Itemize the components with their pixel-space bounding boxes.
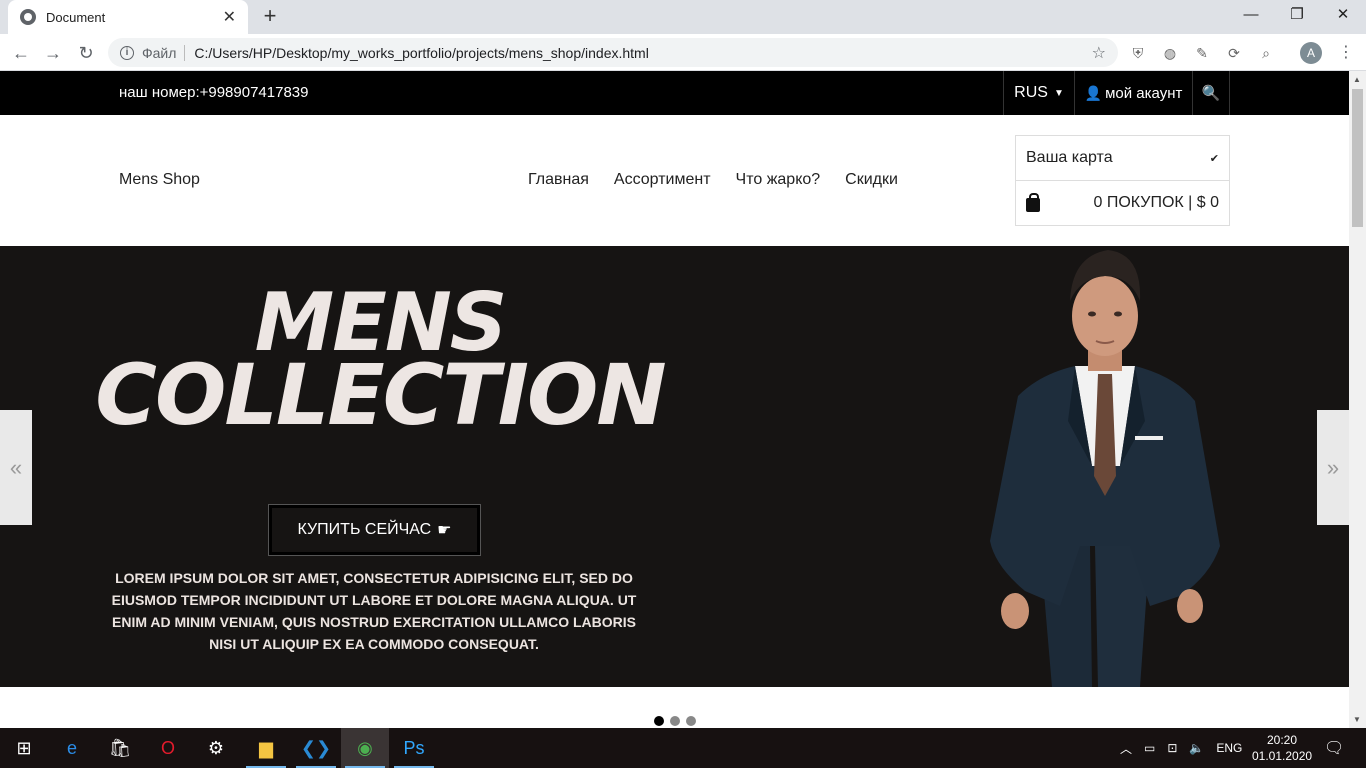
slider-dot[interactable] <box>654 716 664 726</box>
nav-link-home[interactable]: Главная <box>528 171 589 189</box>
globe-icon <box>20 9 36 25</box>
maximize-button[interactable]: ❐ <box>1274 0 1320 30</box>
page-viewport: наш номер:+998907417839 RUS ▼ 👤 мой акау… <box>0 71 1349 728</box>
page-scrollbar[interactable]: ▲ ▼ <box>1349 71 1366 728</box>
scroll-down-icon[interactable]: ▼ <box>1353 715 1361 724</box>
browser-toolbar: ← → ↻ i Файл C:/Users/HP/Desktop/my_work… <box>0 34 1366 71</box>
tab-title: Document <box>46 9 106 25</box>
forward-arrow-icon[interactable]: → <box>40 40 66 66</box>
scroll-up-icon[interactable]: ▲ <box>1353 75 1361 84</box>
user-icon: 👤 <box>1084 84 1103 101</box>
reload-icon[interactable]: ↻ <box>73 40 99 66</box>
slider-dot[interactable] <box>670 716 680 726</box>
divider <box>184 44 186 61</box>
battery-icon[interactable]: ▭ <box>1144 741 1155 755</box>
nav-link-hot[interactable]: Что жарко? <box>736 171 821 189</box>
chrome-icon[interactable]: ◉ <box>341 728 389 768</box>
model-in-suit-image <box>990 250 1220 687</box>
browser-tab[interactable]: Document ✕ <box>8 0 248 34</box>
input-language[interactable]: ENG <box>1216 741 1242 755</box>
network-icon[interactable]: ⊡ <box>1167 741 1177 755</box>
language-dropdown[interactable]: RUS ▼ <box>1003 71 1075 115</box>
clock-date: 01.01.2020 <box>1252 749 1313 763</box>
hero-description: LOREM IPSUM DOLOR SIT AMET, CONSECTETUR … <box>111 570 637 652</box>
zoom-extension-icon[interactable]: ⌕ <box>1256 43 1276 63</box>
cart-summary-row[interactable]: 0 ПОКУПОК | $ 0 <box>1016 181 1229 225</box>
close-window-button[interactable]: ✕ <box>1320 0 1366 30</box>
url-text[interactable]: C:/Users/HP/Desktop/my_works_portfolio/p… <box>194 45 1091 61</box>
windows-taskbar: ⊞ e 🛍 O ⚙ ▆ ❮❯ ◉ Ps ︿ ▭ ⊡ 🔈 ENG 20:20 01… <box>0 728 1366 768</box>
photoshop-icon[interactable]: Ps <box>390 728 438 768</box>
account-link[interactable]: 👤 мой акаунт <box>1075 71 1193 115</box>
opera-icon[interactable]: O <box>144 728 192 768</box>
profile-avatar[interactable]: A <box>1300 42 1322 64</box>
chevron-up-icon[interactable]: ︿ <box>1120 740 1132 757</box>
top-info-bar: наш номер:+998907417839 RUS ▼ 👤 мой акау… <box>0 71 1349 115</box>
new-tab-button[interactable]: + <box>258 4 282 28</box>
chevron-down-icon: ✔ <box>1209 152 1219 165</box>
slider-pagination <box>654 716 696 726</box>
language-label: RUS <box>1014 84 1048 101</box>
nav-link-catalog[interactable]: Ассортимент <box>614 171 711 189</box>
cart-summary: 0 ПОКУПОК | $ 0 <box>1093 194 1219 211</box>
account-label: мой акаунт <box>1105 84 1183 102</box>
cart-dropdown[interactable]: Ваша карта ✔ <box>1016 136 1229 181</box>
nav-link-sales[interactable]: Скидки <box>845 171 898 189</box>
info-icon[interactable]: i <box>120 45 134 60</box>
site-logo[interactable]: Mens Shop <box>119 171 200 189</box>
search-icon[interactable]: 🔍 <box>1193 71 1230 115</box>
volume-icon[interactable]: 🔈 <box>1189 741 1204 755</box>
edge-icon[interactable]: e <box>48 728 96 768</box>
globe-extension-icon[interactable]: ◍ <box>1160 43 1180 63</box>
tool-extension-icon[interactable]: ✎ <box>1192 43 1212 63</box>
bookmark-star-icon[interactable]: ☆ <box>1092 43 1106 63</box>
shopping-bag-icon <box>1026 192 1040 212</box>
browser-tab-bar: Document ✕ + — ❐ ✕ <box>0 0 1366 34</box>
scroll-thumb[interactable] <box>1352 89 1363 227</box>
close-tab-icon[interactable]: ✕ <box>223 7 236 27</box>
slider-next-button[interactable]: » <box>1317 410 1349 525</box>
slider-dot[interactable] <box>686 716 696 726</box>
clock[interactable]: 20:20 01.01.2020 <box>1252 732 1312 764</box>
vscode-icon[interactable]: ❮❯ <box>292 728 340 768</box>
hero-title-line2: COLLECTION <box>95 346 666 444</box>
site-header: Mens Shop Главная Ассортимент Что жарко?… <box>0 115 1349 246</box>
cart-widget: Ваша карта ✔ 0 ПОКУПОК | $ 0 <box>1015 135 1230 226</box>
cart-title: Ваша карта <box>1026 149 1113 166</box>
phone-number: наш номер:+998907417839 <box>119 84 309 101</box>
shield-extension-icon[interactable]: ⛨ <box>1128 43 1148 63</box>
buy-now-label: КУПИТЬ СЕЙЧАС <box>297 521 432 538</box>
windows-start-icon[interactable]: ⊞ <box>0 728 48 768</box>
buy-now-button[interactable]: КУПИТЬ СЕЙЧАС ☛ <box>268 504 481 556</box>
browser-menu-icon[interactable]: ⋮ <box>1338 42 1354 62</box>
notifications-icon[interactable]: 🗨 <box>1324 728 1344 768</box>
settings-gear-icon[interactable]: ⚙ <box>192 728 240 768</box>
main-nav: Главная Ассортимент Что жарко? Скидки <box>528 171 898 189</box>
back-arrow-icon[interactable]: ← <box>8 40 34 66</box>
hero-slider: MENS COLLECTION КУПИТЬ СЕЙЧАС ☛ LOREM IP… <box>0 246 1349 687</box>
caret-down-icon: ▼ <box>1053 87 1064 99</box>
file-explorer-icon[interactable]: ▆ <box>242 728 290 768</box>
sync-extension-icon[interactable]: ⟳ <box>1224 43 1244 63</box>
store-icon[interactable]: 🛍 <box>96 728 144 768</box>
slider-prev-button[interactable]: « <box>0 410 32 525</box>
minimize-button[interactable]: — <box>1228 0 1274 30</box>
pointing-hand-icon: ☛ <box>437 522 452 539</box>
system-tray: ︿ ▭ ⊡ 🔈 ENG <box>1120 728 1242 768</box>
clock-time: 20:20 <box>1266 733 1298 747</box>
address-bar[interactable]: i Файл C:/Users/HP/Desktop/my_works_port… <box>108 38 1118 67</box>
url-scheme: Файл <box>142 44 177 61</box>
